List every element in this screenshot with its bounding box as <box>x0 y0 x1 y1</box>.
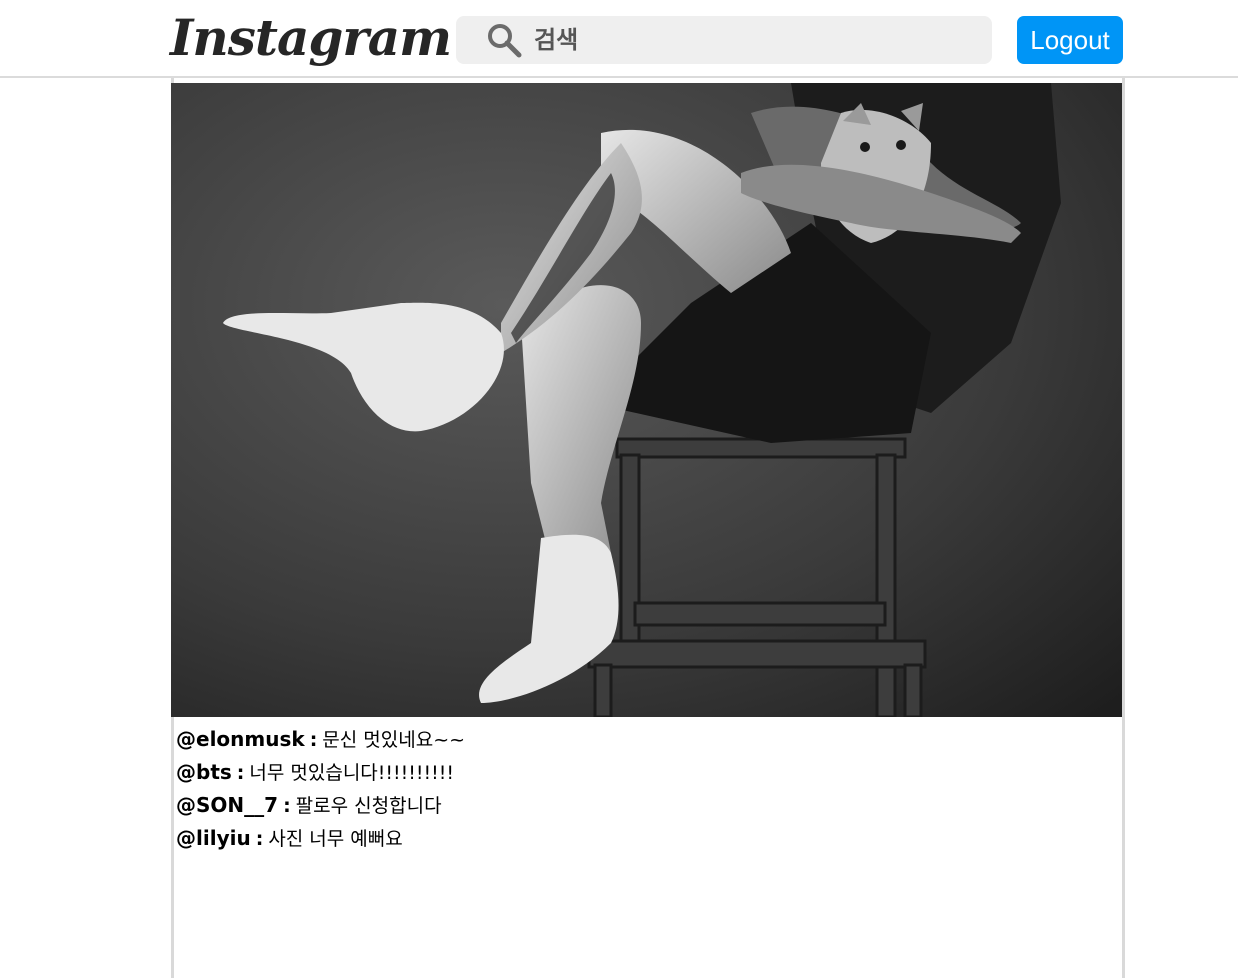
search-icon <box>488 24 522 58</box>
comment-text: 팔로우 신청합니다 <box>295 795 442 817</box>
comment-username[interactable]: @SON__7 <box>176 793 278 817</box>
comment-text: 문신 멋있네요~~ <box>322 729 466 751</box>
comment-item: @SON__7: 팔로우 신청합니다 <box>176 789 1106 822</box>
logout-button[interactable]: Logout <box>1017 16 1123 64</box>
search-input[interactable] <box>530 18 988 62</box>
comment-text: 너무 멋있습니다!!!!!!!!!! <box>249 762 454 784</box>
comment-username[interactable]: @lilyiu <box>176 826 251 850</box>
comment-item: @elonmusk: 문신 멋있네요~~ <box>176 723 1106 756</box>
comment-item: @bts: 너무 멋있습니다!!!!!!!!!! <box>176 756 1106 789</box>
comments-list: @elonmusk: 문신 멋있네요~~ @bts: 너무 멋있습니다!!!!!!!… <box>176 723 1106 855</box>
instagram-logo[interactable]: Instagram <box>170 6 452 70</box>
comment-separator: : <box>236 762 245 784</box>
comment-separator: : <box>283 795 291 817</box>
comment-separator: : <box>255 828 264 850</box>
comment-text: 사진 너무 예뻐요 <box>268 828 403 850</box>
top-navigation-bar: Instagram Logout <box>0 0 1238 78</box>
comment-separator: : <box>309 729 318 751</box>
comment-username[interactable]: @elonmusk <box>176 727 305 751</box>
post-photo[interactable] <box>171 83 1122 717</box>
comment-item: @lilyiu: 사진 너무 예뻐요 <box>176 822 1106 855</box>
comment-username[interactable]: @bts <box>176 760 232 784</box>
